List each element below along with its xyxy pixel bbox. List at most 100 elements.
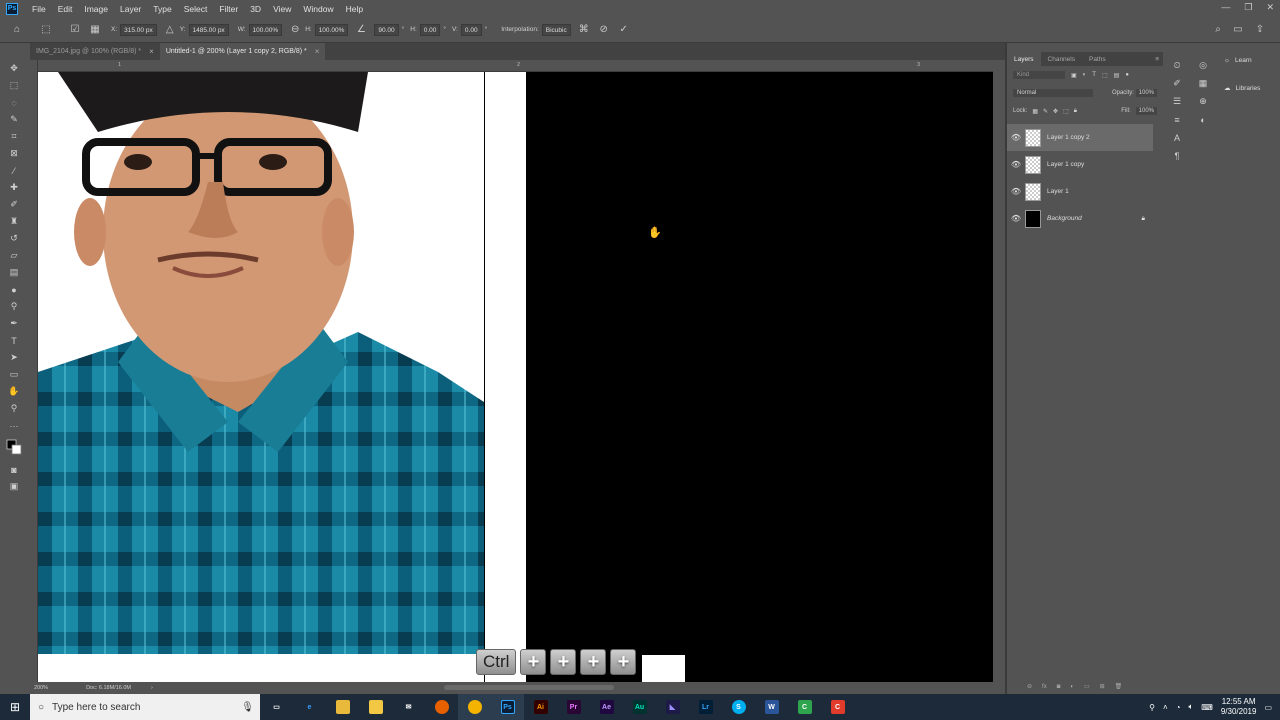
libraries-icon[interactable]: ⊕ [1196,94,1210,109]
windows-start-icon[interactable]: ⊞ [0,694,30,720]
lock-position-icon[interactable]: ✥ [1053,108,1058,115]
menu-image[interactable]: Image [78,4,114,14]
transform-tool-icon[interactable]: ⬚ [39,23,53,37]
status-arrow-icon[interactable]: › [151,685,153,691]
clone-stamp-tool-icon[interactable]: ♜ [6,214,22,230]
marquee-tool-icon[interactable]: ⬚ [6,78,22,94]
filter-toggle-icon[interactable]: ● [1125,72,1129,78]
vertical-ruler[interactable] [30,60,38,682]
new-layer-icon[interactable]: ⊞ [1100,683,1105,690]
premiere-icon[interactable]: Pr [557,694,590,720]
close-icon[interactable]: ✕ [1266,2,1274,13]
angle-field[interactable]: 90.00 [374,23,399,36]
layer-row-background[interactable]: 👁︎ Background 🔒︎ [1007,205,1153,232]
people-icon[interactable]: ⚲ [1149,703,1155,712]
firefox-icon[interactable] [425,694,458,720]
lasso-tool-icon[interactable]: ◌ [6,95,22,111]
new-group-icon[interactable]: ▭ [1084,683,1090,690]
camtasia-icon[interactable]: C [788,694,821,720]
store-icon[interactable] [359,694,392,720]
network-icon[interactable]: ◔ [1176,703,1181,712]
brush-tool-icon[interactable]: ✐ [6,197,22,213]
menu-type[interactable]: Type [147,4,177,14]
search-icon[interactable]: ⌕ [1211,23,1225,37]
notifications-icon[interactable]: ▭ [1264,703,1272,712]
vskew-field[interactable]: 0.00 [460,23,482,36]
menu-window[interactable]: Window [297,4,339,14]
eyedropper-tool-icon[interactable]: ⁄ [6,163,22,179]
horizontal-scrollbar[interactable] [444,685,614,690]
tab-untitled-1[interactable]: Untitled-1 @ 200% (Layer 1 copy 2, RGB/8… [159,43,326,60]
share-icon[interactable]: ⇪ [1253,23,1267,37]
tab-img-2104[interactable]: IMG_2104.jpg @ 100% (RGB/8) * × [30,43,160,60]
visibility-eye-icon[interactable]: 👁︎ [1007,160,1025,169]
layer-row-layer-1-copy-2[interactable]: 👁︎ Layer 1 copy 2 [1007,124,1153,151]
microphone-icon[interactable]: 🎙︎ [241,702,254,713]
brush-settings-icon[interactable]: ✐ [1170,76,1184,91]
smartobject-filter-icon[interactable]: ▤ [1114,72,1120,79]
healing-brush-tool-icon[interactable]: ✚ [6,180,22,196]
lightroom-icon[interactable]: Lr [689,694,722,720]
lock-transparent-icon[interactable]: ▦ [1032,108,1038,115]
visibility-eye-icon[interactable]: 👁︎ [1007,214,1025,223]
panel-menu-icon[interactable]: ≡ [1155,56,1163,63]
reference-point-grid-icon[interactable]: ▦ [88,23,102,37]
visibility-eye-icon[interactable]: 👁︎ [1007,133,1025,142]
kind-filter-select[interactable]: Kind [1013,71,1065,79]
audition-icon[interactable]: Au [623,694,656,720]
shape-filter-icon[interactable]: ⬚ [1102,72,1108,79]
crop-tool-icon[interactable]: ⌗ [6,129,22,145]
x-field[interactable]: 315.00 px [120,23,157,36]
clock[interactable]: 12:55 AM 9/30/2019 [1221,697,1257,717]
commit-transform-icon[interactable]: ✓ [617,23,631,37]
menu-file[interactable]: File [26,4,52,14]
menu-3d[interactable]: 3D [244,4,267,14]
reference-point-checkbox[interactable]: ☑ [68,23,82,37]
home-icon[interactable]: ⌂ [10,23,24,37]
restore-icon[interactable]: ❐ [1244,2,1252,13]
file-explorer-icon[interactable] [326,694,359,720]
layer-row-layer-1[interactable]: 👁︎ Layer 1 [1007,178,1153,205]
zoom-level[interactable]: 200% [34,685,48,691]
fill-field[interactable]: 100% [1135,107,1157,115]
skype-icon[interactable]: S [722,694,755,720]
photoshop-taskbar-icon[interactable]: Ps [491,694,524,720]
workspace-icon[interactable]: ▭ [1231,23,1245,37]
interpolation-select[interactable]: Bicubic [541,23,571,36]
dodge-tool-icon[interactable]: ⚲ [6,299,22,315]
character-icon[interactable]: A [1170,130,1184,145]
volume-icon[interactable]: 🔈︎ [1188,702,1193,712]
delta-icon[interactable]: △ [163,23,177,37]
libraries-button[interactable]: ☁ Libraries [1216,80,1280,96]
taskbar-search[interactable]: ○ Type here to search 🎙︎ [30,694,260,720]
path-selection-tool-icon[interactable]: ➤ [6,350,22,366]
add-mask-icon[interactable]: ◙ [1057,684,1061,690]
camtasia-recorder-icon[interactable]: C [821,694,854,720]
input-method-icon[interactable]: ⌨ [1201,703,1213,712]
tab-channels[interactable]: Channels [1041,52,1082,66]
hskew-field[interactable]: 0.00 [419,23,441,36]
move-tool-icon[interactable]: ✥ [6,61,22,77]
history-brush-tool-icon[interactable]: ↺ [6,231,22,247]
type-filter-icon[interactable]: T [1092,72,1096,78]
chrome-icon[interactable] [458,694,491,720]
opacity-field[interactable]: 100% [1135,89,1157,97]
warp-icon[interactable]: ⌘ [577,23,591,37]
after-effects-icon[interactable]: Ae [590,694,623,720]
adjustment-layer-icon[interactable]: ◐ [1070,684,1074,690]
type-tool-icon[interactable]: T [6,333,22,349]
delete-layer-icon[interactable]: 🗑︎ [1115,683,1123,690]
menu-view[interactable]: View [267,4,297,14]
paragraph-icon[interactable]: ¶ [1170,148,1184,163]
quick-mask-icon[interactable]: ◙ [6,462,22,478]
layer-row-layer-1-copy[interactable]: 👁︎ Layer 1 copy [1007,151,1153,178]
learn-icon[interactable]: ◎ [1196,58,1210,73]
mail-icon[interactable]: ✉ [392,694,425,720]
blend-mode-select[interactable]: Normal [1013,89,1093,97]
lock-pixels-icon[interactable]: ✎ [1043,108,1048,115]
history-icon[interactable]: ⏲ [1170,58,1184,73]
menu-select[interactable]: Select [178,4,214,14]
illustrator-icon[interactable]: Ai [524,694,557,720]
screen-mode-icon[interactable]: ▣ [6,479,22,495]
swatches-icon[interactable]: ◐ [1196,112,1210,127]
